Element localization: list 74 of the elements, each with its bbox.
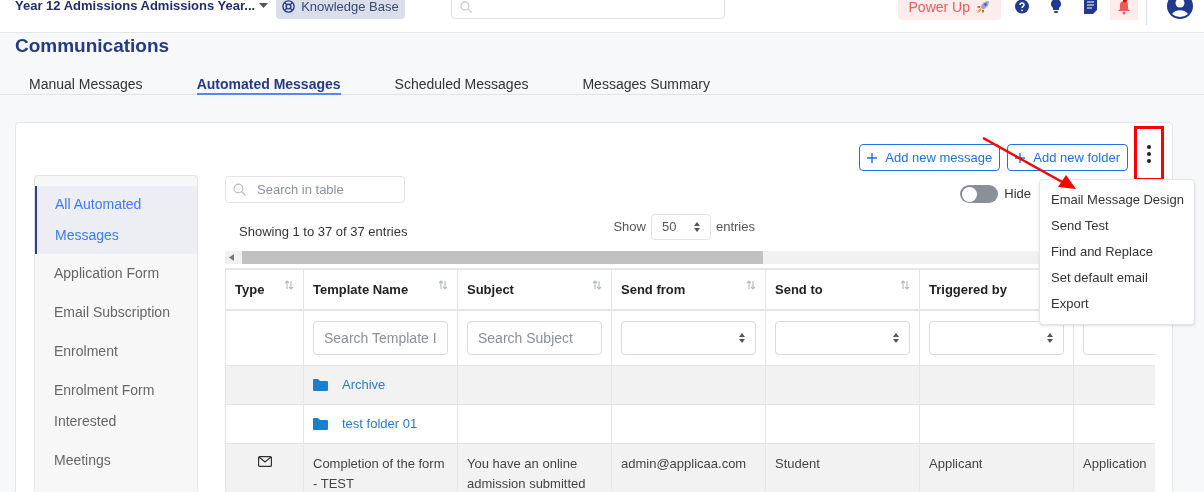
toggle-label: Hide xyxy=(1004,185,1031,204)
tab[interactable]: Automated Messages xyxy=(196,75,341,95)
column-header: Triggered by xyxy=(929,280,1008,299)
sort-icon[interactable] xyxy=(592,279,602,290)
entries-info: Showing 1 to 37 of 37 entries xyxy=(239,222,408,241)
folder-link[interactable]: test folder 01 xyxy=(313,413,418,434)
page-size-select[interactable]: 50 xyxy=(650,213,711,240)
tab[interactable]: Scheduled Messages xyxy=(394,75,529,95)
program-dropdown[interactable]: Year 12 Admissions Admissions Year... xyxy=(15,0,269,12)
plus-icon xyxy=(1015,152,1026,163)
menu-item[interactable]: Send Test xyxy=(1040,213,1194,239)
bell-icon xyxy=(1117,0,1131,15)
select-arrows-icon xyxy=(693,221,700,232)
column-filter-select[interactable] xyxy=(775,320,910,355)
plus-icon xyxy=(867,152,878,163)
sidebar-item[interactable]: All Automated Messages xyxy=(35,186,197,254)
knowledge-base-button[interactable]: Knowledge Base xyxy=(276,0,405,19)
sidebar-item[interactable]: Enrolment Form Interested xyxy=(35,371,197,441)
select-arrows-icon xyxy=(1047,332,1053,343)
menu-item[interactable]: Find and Replace xyxy=(1040,239,1194,265)
add-button[interactable]: Add new folder xyxy=(1007,144,1128,171)
column-header: Send to xyxy=(775,280,823,299)
column-header: Type xyxy=(235,280,265,299)
sidebar-item[interactable]: Application Form xyxy=(35,254,197,293)
search-icon xyxy=(233,182,246,196)
show-label: Show xyxy=(613,217,646,236)
table-cell-text: You have an online admission submitted xyxy=(467,454,587,492)
menu-item[interactable]: Set default email xyxy=(1040,265,1194,291)
table-cell-text: Student xyxy=(775,454,821,473)
column-header: Send from xyxy=(621,280,686,299)
entries-label: entries xyxy=(715,217,755,236)
column-filter-select[interactable] xyxy=(929,320,1064,355)
menu-item[interactable]: Email Message Design xyxy=(1040,187,1194,213)
search-icon xyxy=(459,0,472,13)
table-cell-text: Application xyxy=(1083,454,1148,473)
notifications-button[interactable] xyxy=(1110,0,1138,20)
column-header: Template Name xyxy=(313,280,409,299)
sort-icon[interactable] xyxy=(746,279,756,290)
table-cell-text: Applicant xyxy=(929,454,984,473)
lifebuoy-icon xyxy=(282,0,296,13)
sort-icon[interactable] xyxy=(284,279,294,290)
column-filter-select[interactable] xyxy=(621,320,756,355)
help-icon[interactable] xyxy=(1015,0,1029,14)
scrollbar-thumb[interactable] xyxy=(242,251,763,264)
caret-icon xyxy=(259,2,269,8)
sidebar-item[interactable]: Email Subscription xyxy=(35,293,197,332)
document-icon[interactable] xyxy=(1084,0,1097,14)
rocket-icon xyxy=(976,0,990,14)
column-filter-field[interactable]: Search Subject xyxy=(467,320,602,355)
sidebar-item[interactable]: Enrolment xyxy=(35,332,197,371)
folder-icon xyxy=(313,417,328,430)
envelope-icon xyxy=(257,455,272,467)
folder-link[interactable]: Archive xyxy=(313,374,386,395)
sort-icon[interactable] xyxy=(900,279,910,290)
folder-icon xyxy=(313,378,328,391)
table-cell-text: Completion of the form - TEST xyxy=(313,454,446,492)
sidebar-item[interactable]: Meetings xyxy=(35,441,197,480)
menu-item[interactable]: Export xyxy=(1040,291,1194,317)
table-cell-text: admin@applicaa.com xyxy=(621,454,748,473)
sort-icon[interactable] xyxy=(438,279,448,290)
avatar-icon[interactable] xyxy=(1167,0,1193,19)
toggle-switch[interactable] xyxy=(960,185,999,203)
lightbulb-icon[interactable] xyxy=(1051,0,1061,14)
column-header: Subject xyxy=(467,280,514,299)
tab[interactable]: Messages Summary xyxy=(582,75,711,95)
search-field[interactable] xyxy=(450,0,725,19)
column-filter-field[interactable]: Search Template I xyxy=(313,320,448,355)
select-arrows-icon xyxy=(739,332,745,343)
page-title: Communications xyxy=(15,35,170,57)
scroll-left-icon[interactable] xyxy=(229,254,234,261)
add-button[interactable]: Add new message xyxy=(859,144,1001,171)
tab[interactable]: Manual Messages xyxy=(29,75,143,95)
select-arrows-icon xyxy=(893,332,899,343)
table-search-field[interactable]: Search in table xyxy=(225,175,405,203)
